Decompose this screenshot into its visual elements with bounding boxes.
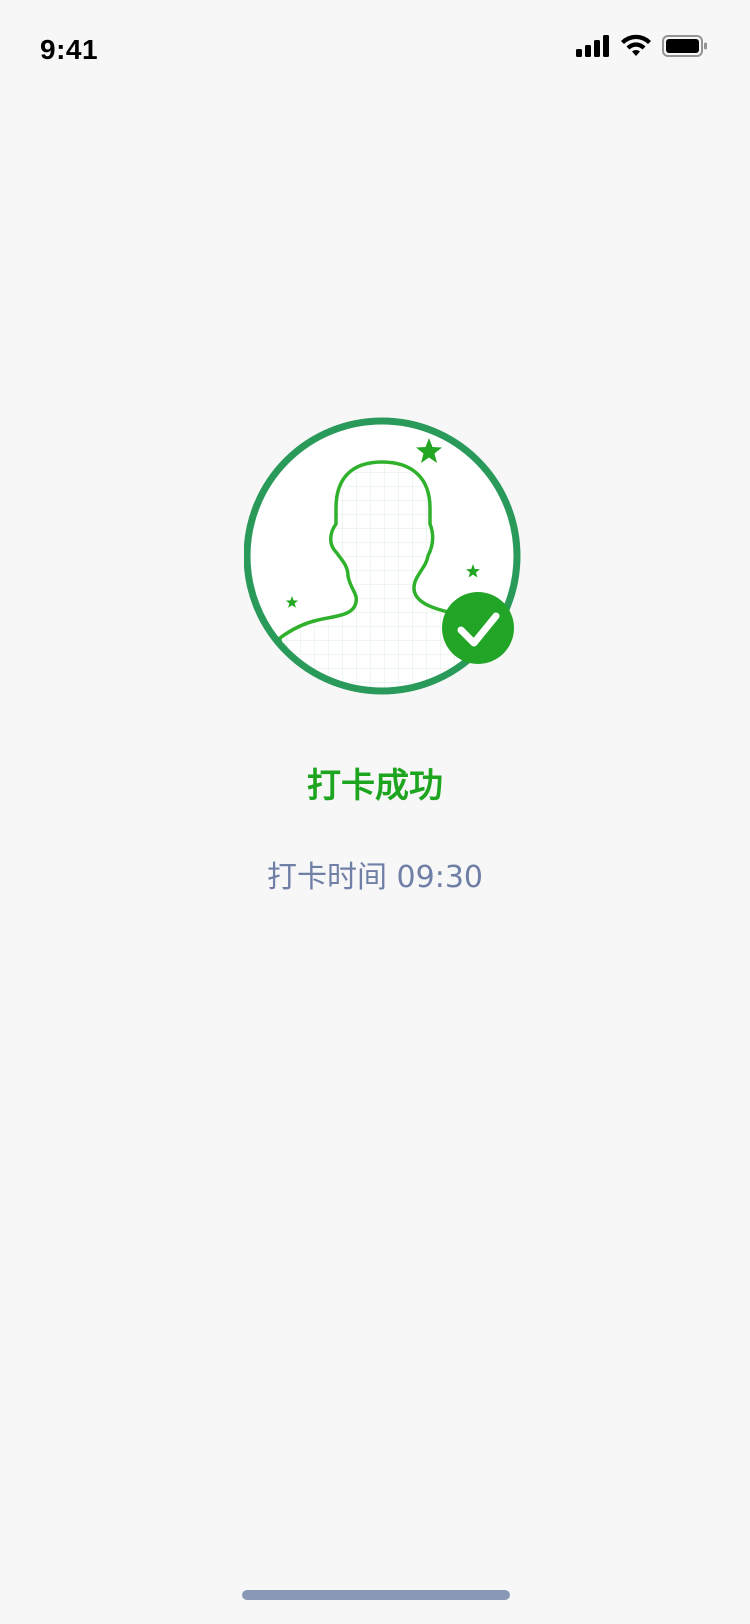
punch-time-text: 打卡时间 09:30 xyxy=(267,860,483,895)
success-title: 打卡成功 xyxy=(307,766,443,806)
battery-icon xyxy=(662,35,707,57)
status-time: 9:41 xyxy=(40,34,99,65)
check-badge xyxy=(442,592,514,664)
wifi-icon xyxy=(621,34,651,56)
status-icons xyxy=(576,34,708,58)
face-recognition-success-icon xyxy=(243,416,532,704)
status-bar: 9:41 xyxy=(0,0,750,100)
cellular-signal-icon xyxy=(576,35,609,57)
home-indicator[interactable] xyxy=(242,1590,510,1600)
